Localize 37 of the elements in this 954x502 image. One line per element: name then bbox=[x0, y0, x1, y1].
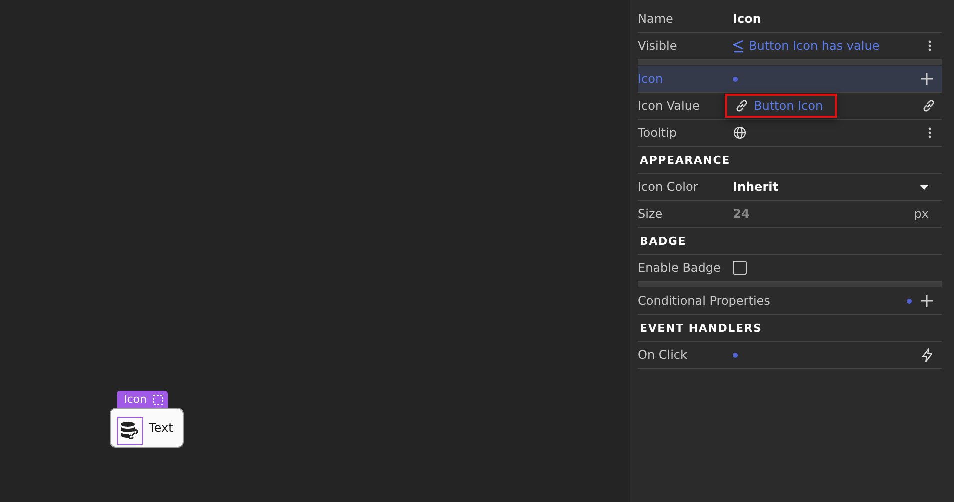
globe-icon[interactable] bbox=[733, 126, 747, 140]
lightning-icon[interactable] bbox=[922, 348, 934, 362]
property-label: Name bbox=[638, 12, 674, 26]
condition-value[interactable]: Button Icon has value bbox=[749, 39, 880, 53]
property-label: Conditional Properties bbox=[638, 294, 770, 308]
caret-icon bbox=[920, 184, 929, 190]
widget-text: Text bbox=[149, 421, 174, 435]
color-select[interactable]: Inherit bbox=[733, 180, 942, 194]
more-icon[interactable] bbox=[928, 40, 932, 52]
link-value[interactable]: Button Icon bbox=[725, 94, 838, 118]
section-heading: EVENT HANDLERS bbox=[639, 322, 762, 334]
property-label: Icon bbox=[638, 72, 664, 86]
property-group-row[interactable]: Conditional Properties bbox=[638, 288, 942, 315]
property-label: Enable Badge bbox=[638, 261, 722, 275]
property-label: Icon Color bbox=[638, 180, 700, 194]
link-icon[interactable] bbox=[922, 99, 936, 113]
size-field[interactable]: 24 bbox=[733, 207, 750, 221]
link-icon bbox=[735, 99, 749, 113]
database-link-icon bbox=[120, 421, 140, 441]
property-label: Visible bbox=[638, 39, 678, 53]
property-label: Size bbox=[638, 207, 664, 221]
section-heading: BADGE bbox=[639, 234, 687, 248]
unit-label: px bbox=[914, 207, 929, 221]
icon-widget[interactable]: Text bbox=[110, 408, 184, 448]
property-label: On Click bbox=[638, 348, 688, 362]
select-frame-icon[interactable] bbox=[153, 394, 163, 404]
less-or-equal-icon bbox=[733, 40, 744, 52]
component-tag[interactable]: Icon bbox=[117, 391, 168, 408]
checkbox[interactable] bbox=[733, 261, 747, 275]
property-value: Icon bbox=[733, 12, 762, 26]
property-label: Tooltip bbox=[638, 126, 678, 140]
plus-icon[interactable] bbox=[920, 72, 934, 86]
section-heading: APPEARANCE bbox=[639, 154, 730, 166]
plus-icon[interactable] bbox=[920, 294, 934, 308]
property-label: Icon Value bbox=[638, 99, 701, 113]
property-group-row[interactable]: Icon bbox=[638, 66, 942, 93]
more-icon[interactable] bbox=[928, 127, 932, 139]
